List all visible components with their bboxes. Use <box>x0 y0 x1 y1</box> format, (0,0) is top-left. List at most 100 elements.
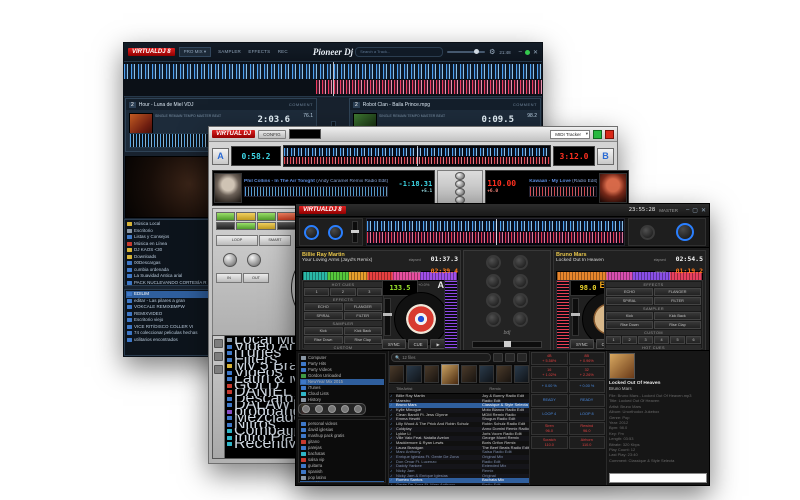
sideview-pad[interactable]: Siren 96.0 <box>531 422 568 435</box>
prelisten-icon[interactable] <box>301 405 310 413</box>
custom-button[interactable]: 6 <box>686 336 701 344</box>
track-row[interactable]: ♪ La Gozadera Gente De Zona Ft. Marc Ant… <box>389 482 529 485</box>
gain-knob[interactable] <box>455 172 466 180</box>
effect-button[interactable]: SPIRAL <box>606 297 653 305</box>
eq-low-knob-b[interactable] <box>513 312 528 327</box>
maximize-button[interactable]: ▢ <box>692 207 698 214</box>
gain-knob-b[interactable] <box>513 255 528 270</box>
sideview-pad[interactable]: + 0.00 % <box>531 380 568 393</box>
close-button[interactable]: ✕ <box>701 207 706 214</box>
sideview-pad[interactable]: LOOP 4 <box>531 408 568 421</box>
search-input[interactable]: 🔍 12 files <box>391 353 491 362</box>
custom-button[interactable]: 2 <box>622 336 637 344</box>
cue-pad[interactable] <box>277 221 297 230</box>
cue-pad[interactable] <box>216 212 236 221</box>
fx-knob[interactable] <box>223 253 237 267</box>
search-input[interactable]: Search a Track... <box>355 47 444 57</box>
sideview-pad[interactable]: 16 + 1.02% <box>531 366 568 379</box>
sync-button[interactable]: SYNC <box>570 339 594 349</box>
deck-b-button[interactable]: B <box>597 147 614 165</box>
custom-button[interactable]: 4 <box>654 336 669 344</box>
sideview-pad[interactable]: Airhorn 110.0 <box>568 436 605 449</box>
gear-icon[interactable]: ⚙ <box>489 48 495 56</box>
effect-button[interactable]: FILTER <box>343 312 382 320</box>
sample-pad[interactable]: Kick Back <box>654 312 701 320</box>
scratch-waveform[interactable] <box>556 280 570 349</box>
edit-icon[interactable] <box>327 405 336 413</box>
scratch-waveform[interactable] <box>444 280 458 349</box>
effect-button[interactable]: ECHO <box>606 288 653 296</box>
browser-zoom-knob[interactable] <box>676 223 695 241</box>
sample-pad[interactable]: Rise Down <box>304 336 343 344</box>
sideview-pad[interactable]: READY <box>531 394 568 407</box>
search-icon[interactable] <box>214 365 223 374</box>
automix-icon[interactable] <box>517 353 527 362</box>
loop-knob[interactable] <box>247 253 261 267</box>
sampler-volume-knob[interactable] <box>639 224 655 240</box>
headphone-volume-knob[interactable] <box>327 224 343 240</box>
column-remix[interactable]: Remix <box>489 385 529 393</box>
folder-item[interactable]: DJ Tunes <box>300 415 384 416</box>
eq-low-knob-a[interactable] <box>486 312 501 327</box>
custom-button[interactable]: 1 <box>606 336 621 344</box>
column-artist[interactable]: Artist <box>403 385 489 393</box>
pitch-fader[interactable] <box>383 298 392 336</box>
hotcue-button[interactable]: 1 <box>304 288 330 296</box>
comment-input[interactable] <box>609 473 707 483</box>
sideview-pad[interactable]: + 0.00 % <box>568 380 605 393</box>
eq-high-knob-a[interactable] <box>486 274 501 289</box>
deck-waveform-strip[interactable] <box>244 186 389 197</box>
rhythm-wave[interactable] <box>124 61 542 97</box>
sample-pad[interactable]: Kick <box>304 327 343 335</box>
effect-button[interactable]: FLANGER <box>343 303 382 311</box>
eq-high-knob[interactable] <box>455 180 466 188</box>
hotcue-button[interactable]: 3 <box>356 288 382 296</box>
folder-item[interactable]: PACK NUCLEVANDO CORTESÍA R <box>126 280 220 286</box>
eq-high-knob-b[interactable] <box>513 274 528 289</box>
smart-button[interactable]: SMART <box>259 235 291 246</box>
menu-sampler[interactable]: SAMPLER <box>218 49 241 54</box>
minimize-button[interactable] <box>593 129 602 139</box>
minimize-button[interactable]: – <box>519 49 522 55</box>
cue-pad[interactable] <box>256 212 277 221</box>
crossfader[interactable] <box>472 341 542 348</box>
sideview-pad[interactable]: 8B + 0.96% <box>568 352 605 365</box>
rhythm-wave[interactable] <box>283 145 551 167</box>
eq-mid-knob-a[interactable] <box>486 293 501 308</box>
sample-pad[interactable]: Rise Down <box>606 321 653 329</box>
sideview-pad[interactable]: Scratch 110.0 <box>531 436 568 449</box>
favorites-icon[interactable] <box>214 339 223 348</box>
out-button[interactable]: OUT <box>243 273 269 283</box>
list-view-icon[interactable] <box>493 353 503 362</box>
sample-pad[interactable]: Rise Clap <box>654 321 701 329</box>
gain-knob-a[interactable] <box>486 255 501 270</box>
cue-mix-fader[interactable] <box>350 221 359 243</box>
headphone-icon[interactable] <box>314 405 323 413</box>
hotcue-button[interactable]: 2 <box>330 288 356 296</box>
config-button[interactable]: CONFIG <box>258 129 286 139</box>
cue-pad[interactable] <box>216 221 236 230</box>
sideview-pad[interactable]: 32 + 2.26% <box>568 366 605 379</box>
eq-mid-knob[interactable] <box>455 188 466 196</box>
deck-a-button[interactable]: A <box>212 147 229 165</box>
menu-rec[interactable]: REC <box>278 49 288 54</box>
master-volume-slider[interactable] <box>447 49 486 54</box>
sample-pad[interactable]: Rise Clap <box>343 336 382 344</box>
effect-button[interactable]: FLANGER <box>654 288 701 296</box>
menu-effects[interactable]: EFFECTS <box>248 49 270 54</box>
eq-mid-knob-b[interactable] <box>513 293 528 308</box>
sideview-pad[interactable]: LOOP 8 <box>568 408 605 421</box>
folder-item[interactable]: cumbias <box>300 481 384 482</box>
sample-pad[interactable]: Kick Back <box>343 327 382 335</box>
effect-button[interactable]: SPIRAL <box>304 312 343 320</box>
cue-button[interactable]: CUE <box>407 339 429 349</box>
vinyl-platter[interactable] <box>394 292 448 346</box>
column-title[interactable]: Title <box>396 385 403 393</box>
sideview-pad[interactable]: 4B + 5.58% <box>531 352 568 365</box>
coverflow-strip[interactable] <box>389 363 529 385</box>
close-button[interactable]: ✕ <box>533 49 538 56</box>
effect-button[interactable]: ECHO <box>304 303 343 311</box>
cue-pad[interactable] <box>277 212 297 221</box>
sideview-icon[interactable] <box>505 353 515 362</box>
close-button[interactable] <box>605 129 614 139</box>
